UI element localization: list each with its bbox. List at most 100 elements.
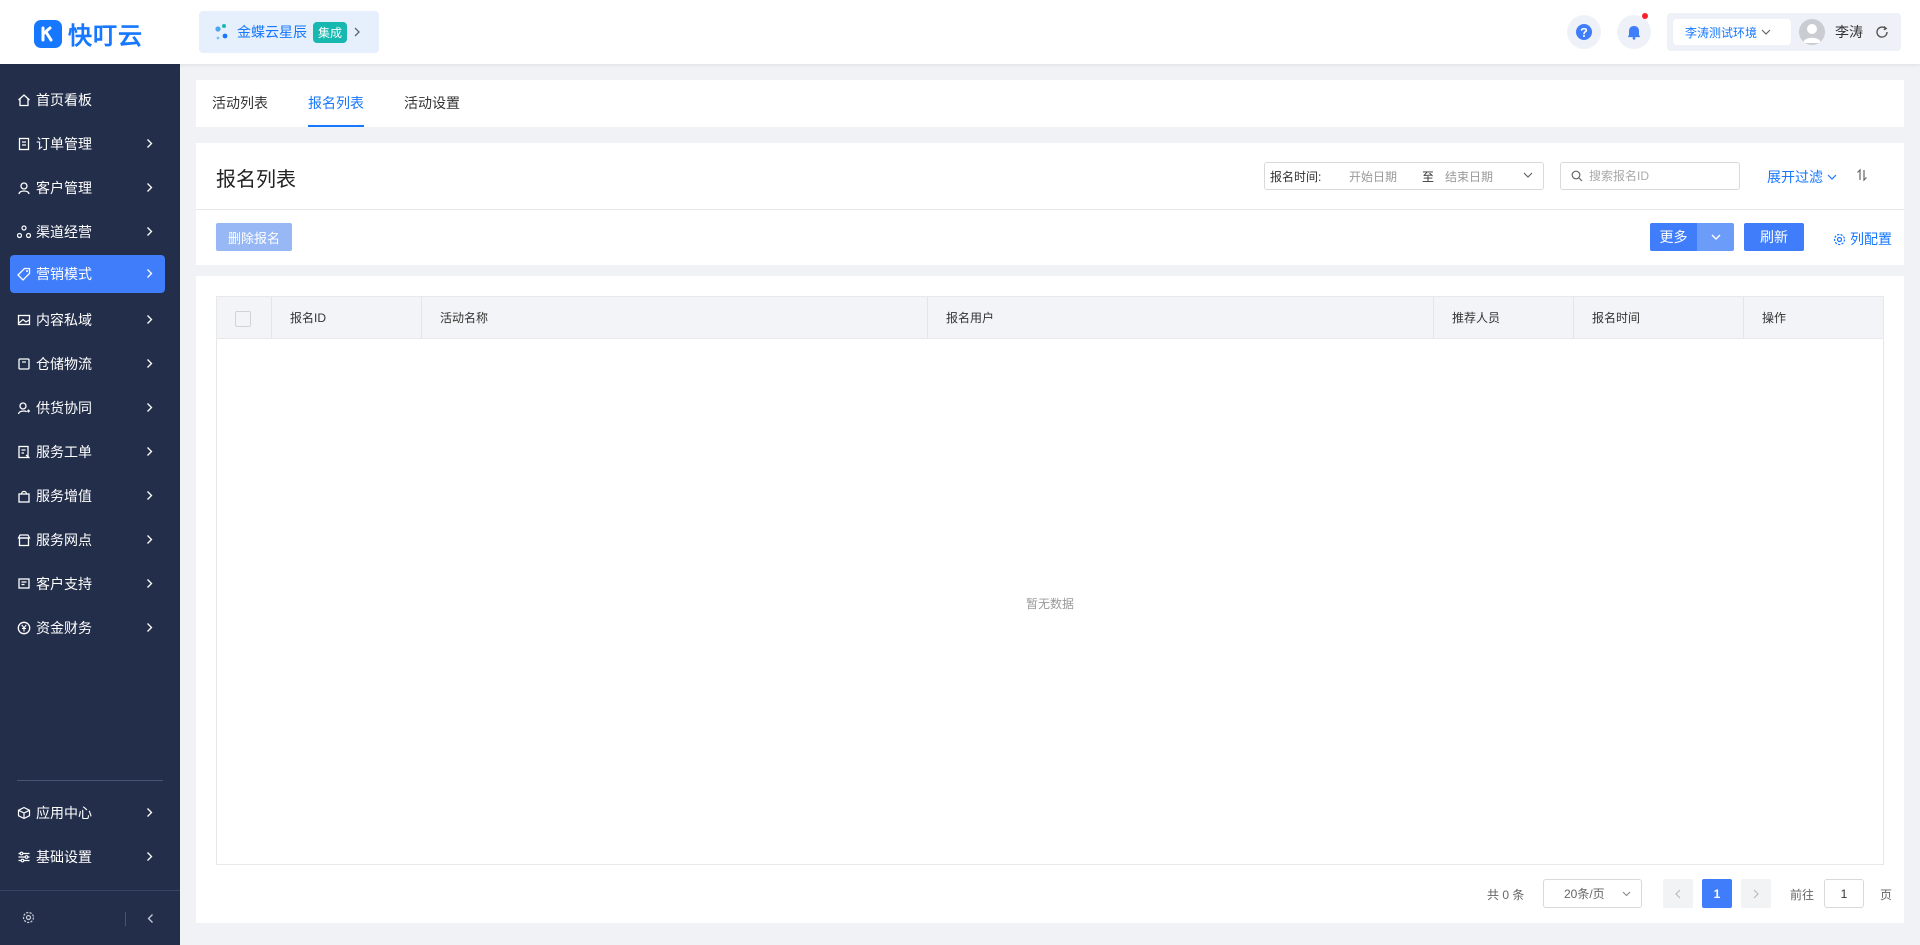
column-header-activity-name[interactable]: 活动名称 xyxy=(422,297,928,339)
delete-registration-button[interactable]: 删除报名 xyxy=(216,223,292,251)
sidebar-item-label: 服务网点 xyxy=(36,532,92,548)
date-separator: 至 xyxy=(1421,169,1434,184)
gear-icon[interactable] xyxy=(22,911,35,924)
more-dropdown-toggle[interactable] xyxy=(1697,223,1734,251)
tab-activity-list[interactable]: 活动列表 xyxy=(212,80,268,127)
end-date-input[interactable]: 结束日期 xyxy=(1443,168,1513,185)
help-button[interactable] xyxy=(1567,15,1601,49)
total-count: 共 0 条 xyxy=(1487,888,1525,902)
sidebar: 首页看板 订单管理 客户管理 渠道经营 营销模式 内容私域 仓储物流 供货协同 … xyxy=(0,64,180,945)
column-header-referrer[interactable]: 推荐人员 xyxy=(1434,297,1574,339)
chevron-right-icon xyxy=(1753,889,1759,898)
column-header-registered-user[interactable]: 报名用户 xyxy=(928,297,1434,339)
page-suffix: 页 xyxy=(1880,888,1893,902)
sidebar-item-outlets[interactable]: 服务网点 xyxy=(10,521,165,559)
search-field[interactable] xyxy=(1560,162,1740,190)
page-number-current[interactable]: 1 xyxy=(1702,879,1732,908)
brand-tag-badge: 集成 xyxy=(313,21,348,43)
logo-mark-icon xyxy=(34,19,62,48)
sort-icon[interactable] xyxy=(1856,168,1868,182)
select-all-checkbox[interactable] xyxy=(235,311,251,327)
column-header-registration-id[interactable]: 报名ID xyxy=(272,297,422,339)
chevron-left-icon xyxy=(1675,889,1681,898)
goto-page-input[interactable] xyxy=(1824,879,1864,908)
avatar[interactable] xyxy=(1799,19,1825,45)
tab-registration-list[interactable]: 报名列表 xyxy=(308,80,364,127)
sidebar-item-finance[interactable]: 资金财务 xyxy=(10,609,165,647)
tab-activity-settings[interactable]: 活动设置 xyxy=(404,80,460,127)
sidebar-item-label: 订单管理 xyxy=(36,136,92,152)
sidebar-item-label: 基础设置 xyxy=(36,849,92,865)
sidebar-item-value-added[interactable]: 服务增值 xyxy=(10,477,165,515)
brand-dots-icon xyxy=(213,23,231,41)
column-config-button[interactable]: 列配置 xyxy=(1833,229,1892,249)
user-area: 李涛测试环境 李涛 xyxy=(1667,13,1901,51)
reload-icon[interactable] xyxy=(1875,25,1889,39)
chevron-right-icon xyxy=(146,402,153,413)
store-icon xyxy=(17,533,31,547)
column-header-registration-time[interactable]: 报名时间 xyxy=(1574,297,1744,339)
top-header: 快叮云 金蝶云星辰 集成 李涛测试环境 李涛 xyxy=(0,0,1920,64)
supplier-icon xyxy=(17,401,31,415)
sidebar-item-content[interactable]: 内容私域 xyxy=(10,301,165,339)
collapse-sidebar-icon[interactable] xyxy=(147,913,154,924)
prev-page-button[interactable] xyxy=(1663,879,1693,908)
search-input[interactable] xyxy=(1589,169,1729,183)
sidebar-item-label: 内容私域 xyxy=(36,312,92,328)
start-date-input[interactable]: 开始日期 xyxy=(1345,168,1413,185)
user-icon xyxy=(17,181,31,195)
more-actions-button[interactable]: 更多 xyxy=(1650,223,1734,251)
pagination: 共 0 条 20条/页 1 前往 页 xyxy=(196,879,1904,909)
brand-switcher[interactable]: 金蝶云星辰 集成 xyxy=(199,11,379,53)
chevron-right-icon xyxy=(146,807,153,818)
select-column-header xyxy=(217,297,272,339)
home-icon xyxy=(17,93,31,107)
sidebar-item-app-center[interactable]: 应用中心 xyxy=(10,794,165,832)
sidebar-item-dashboard[interactable]: 首页看板 xyxy=(10,81,165,119)
chevron-right-icon xyxy=(146,314,153,325)
environment-select[interactable]: 李涛测试环境 xyxy=(1673,19,1791,45)
page-size-select[interactable]: 20条/页 xyxy=(1543,879,1642,908)
notification-dot xyxy=(1642,13,1648,19)
chevron-down-icon xyxy=(1711,234,1720,240)
sidebar-item-orders[interactable]: 订单管理 xyxy=(10,125,165,163)
sidebar-item-label: 应用中心 xyxy=(36,805,92,821)
table-card: 报名ID 活动名称 报名用户 推荐人员 报名时间 操作 暂无数据 共 0 条 2… xyxy=(196,276,1904,923)
refresh-button[interactable]: 刷新 xyxy=(1744,223,1804,251)
chevron-right-icon xyxy=(146,182,153,193)
sidebar-item-channels[interactable]: 渠道经营 xyxy=(10,213,165,251)
empty-state-text: 暂无数据 xyxy=(1025,597,1074,611)
sidebar-item-label: 服务增值 xyxy=(36,488,92,504)
expand-filter-button[interactable]: 展开过滤 xyxy=(1767,167,1837,187)
sidebar-item-label: 首页看板 xyxy=(36,92,92,108)
search-icon xyxy=(1571,170,1583,182)
chevron-down-icon xyxy=(1523,172,1533,178)
goto-label: 前往 xyxy=(1790,888,1815,902)
sidebar-item-label: 供货协同 xyxy=(36,400,92,416)
sidebar-item-label: 服务工单 xyxy=(36,444,92,460)
chevron-down-icon xyxy=(1823,174,1837,180)
chevron-down-icon xyxy=(1757,29,1771,35)
date-filter-label: 报名时间: xyxy=(1270,169,1322,184)
sidebar-item-basic-settings[interactable]: 基础设置 xyxy=(10,838,165,876)
sidebar-item-service-ticket[interactable]: 服务工单 xyxy=(10,433,165,471)
more-button-label[interactable]: 更多 xyxy=(1650,223,1697,251)
user-name[interactable]: 李涛 xyxy=(1835,22,1863,42)
sidebar-item-label: 客户支持 xyxy=(36,576,92,592)
sidebar-item-support[interactable]: 客户支持 xyxy=(10,565,165,603)
gear-icon xyxy=(1833,233,1850,246)
sidebar-item-marketing[interactable]: 营销模式 xyxy=(10,255,165,293)
brand-name: 金蝶云星辰 xyxy=(237,24,307,40)
chevron-right-icon xyxy=(146,534,153,545)
date-range-picker[interactable]: 报名时间: 开始日期 至 结束日期 xyxy=(1264,162,1544,190)
sidebar-item-customers[interactable]: 客户管理 xyxy=(10,169,165,207)
sidebar-item-warehouse[interactable]: 仓储物流 xyxy=(10,345,165,383)
notification-button[interactable] xyxy=(1617,13,1651,49)
sidebar-item-supply[interactable]: 供货协同 xyxy=(10,389,165,427)
chevron-right-icon xyxy=(146,851,153,862)
registration-table: 报名ID 活动名称 报名用户 推荐人员 报名时间 操作 暂无数据 xyxy=(216,296,1884,865)
footer-separator xyxy=(125,912,126,926)
bag-icon xyxy=(17,489,31,503)
next-page-button[interactable] xyxy=(1741,879,1771,908)
logo[interactable]: 快叮云 xyxy=(34,16,143,51)
